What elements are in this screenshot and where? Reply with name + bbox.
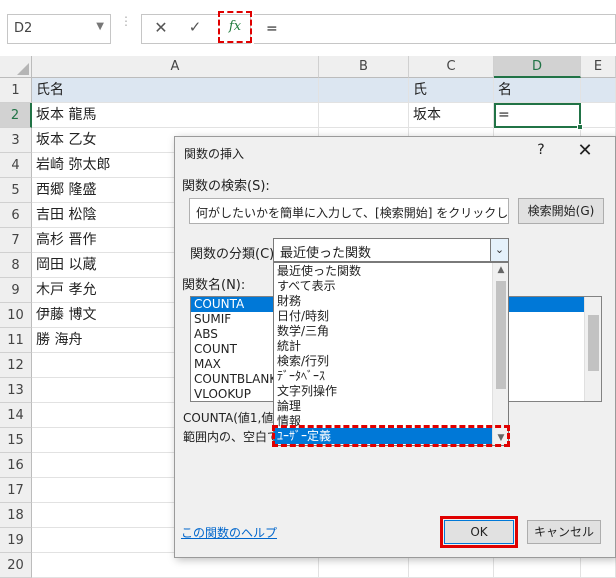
category-label: 関数の分類(C): (190, 247, 279, 262)
cell-c1[interactable]: 氏 (409, 78, 494, 103)
cell-e2[interactable] (581, 103, 616, 128)
column-header-b[interactable]: B (319, 56, 409, 78)
category-item[interactable]: 論理 (277, 399, 487, 414)
close-icon[interactable]: ✕ (574, 141, 596, 163)
function-name-label: 関数名(N): (182, 278, 246, 293)
category-item[interactable]: 文字列操作 (277, 384, 487, 399)
function-description: 範囲内の、空白で (183, 430, 280, 444)
category-select[interactable]: 最近使った関数 ⌄ (273, 238, 509, 262)
scrollbar-thumb[interactable] (496, 281, 506, 389)
cell-a2[interactable]: 坂本 龍馬 (32, 103, 319, 128)
name-box-value: D2 (14, 21, 33, 36)
category-select-value: 最近使った関数 (280, 246, 372, 261)
row-header[interactable]: 13 (0, 378, 32, 403)
column-header-a[interactable]: A (32, 56, 319, 78)
function-list-scrollbar[interactable] (584, 297, 601, 401)
search-input[interactable]: 何がしたいかを簡単に入力して、[検索開始] をクリックしてください。 (189, 198, 509, 224)
row-header[interactable]: 17 (0, 478, 32, 503)
row-header[interactable]: 5 (0, 178, 32, 203)
ok-button[interactable]: OK (444, 520, 514, 544)
drag-handle-icon[interactable]: ⋮ (120, 15, 132, 38)
chevron-down-icon[interactable]: ▼ (96, 21, 104, 32)
search-button[interactable]: 検索開始(G) (518, 198, 604, 224)
row-header[interactable]: 11 (0, 328, 32, 353)
cell-a1[interactable]: 氏名 (32, 78, 319, 103)
row-header[interactable]: 4 (0, 153, 32, 178)
row-header[interactable]: 3 (0, 128, 32, 153)
function-syntax: COUNTA(値1,値 (183, 411, 274, 425)
help-icon[interactable]: ? (531, 142, 551, 162)
category-scrollbar[interactable]: ▲ ▼ (492, 263, 508, 445)
row-header[interactable]: 12 (0, 353, 32, 378)
function-help-link[interactable]: この関数のヘルプ (181, 524, 277, 541)
category-item[interactable]: 日付/時刻 (277, 309, 487, 324)
dialog-title: 関数の挿入 (184, 147, 245, 161)
category-item[interactable]: ﾃﾞｰﾀﾍﾞｰｽ (277, 369, 487, 384)
cell-c2[interactable]: 坂本 (409, 103, 494, 128)
column-header-e[interactable]: E (581, 56, 616, 78)
category-item[interactable]: 財務 (277, 294, 487, 309)
category-item[interactable]: 最近使った関数 (277, 264, 487, 279)
row-header[interactable]: 19 (0, 528, 32, 553)
name-box[interactable]: D2 ▼ (7, 14, 111, 44)
cell-b1[interactable] (319, 78, 409, 103)
formula-input[interactable]: = (254, 14, 616, 44)
row-header[interactable]: 7 (0, 228, 32, 253)
select-all-button[interactable] (0, 56, 32, 78)
row-header[interactable]: 18 (0, 503, 32, 528)
row-header[interactable]: 8 (0, 253, 32, 278)
column-header-c[interactable]: C (409, 56, 494, 78)
row-header[interactable]: 2 (0, 103, 32, 128)
category-annotation-outline (272, 425, 510, 447)
chevron-down-icon[interactable]: ⌄ (490, 239, 508, 261)
column-header-d[interactable]: D (494, 56, 581, 78)
insert-function-button[interactable]: fx (218, 11, 252, 43)
fx-icon: fx (228, 19, 242, 34)
scrollbar-thumb[interactable] (588, 315, 599, 371)
active-cell[interactable] (494, 103, 583, 130)
row-header[interactable]: 16 (0, 453, 32, 478)
row-header[interactable]: 6 (0, 203, 32, 228)
row-header[interactable]: 14 (0, 403, 32, 428)
row-header[interactable]: 10 (0, 303, 32, 328)
cancel-icon[interactable]: ✕ (152, 18, 170, 38)
fill-handle[interactable] (577, 124, 583, 130)
cell-e1[interactable] (581, 78, 616, 103)
cell-d1[interactable]: 名 (494, 78, 581, 103)
row-header[interactable]: 15 (0, 428, 32, 453)
cell-b2[interactable] (319, 103, 409, 128)
category-item[interactable]: 検索/行列 (277, 354, 487, 369)
row-header[interactable]: 1 (0, 78, 32, 103)
cancel-button[interactable]: キャンセル (527, 520, 601, 544)
row-header[interactable]: 9 (0, 278, 32, 303)
category-item[interactable]: 数学/三角 (277, 324, 487, 339)
category-item[interactable]: 統計 (277, 339, 487, 354)
category-item[interactable]: すべて表示 (277, 279, 487, 294)
scroll-up-icon[interactable]: ▲ (493, 265, 509, 275)
enter-icon[interactable]: ✓ (186, 18, 204, 38)
search-label: 関数の検索(S): (182, 179, 270, 194)
